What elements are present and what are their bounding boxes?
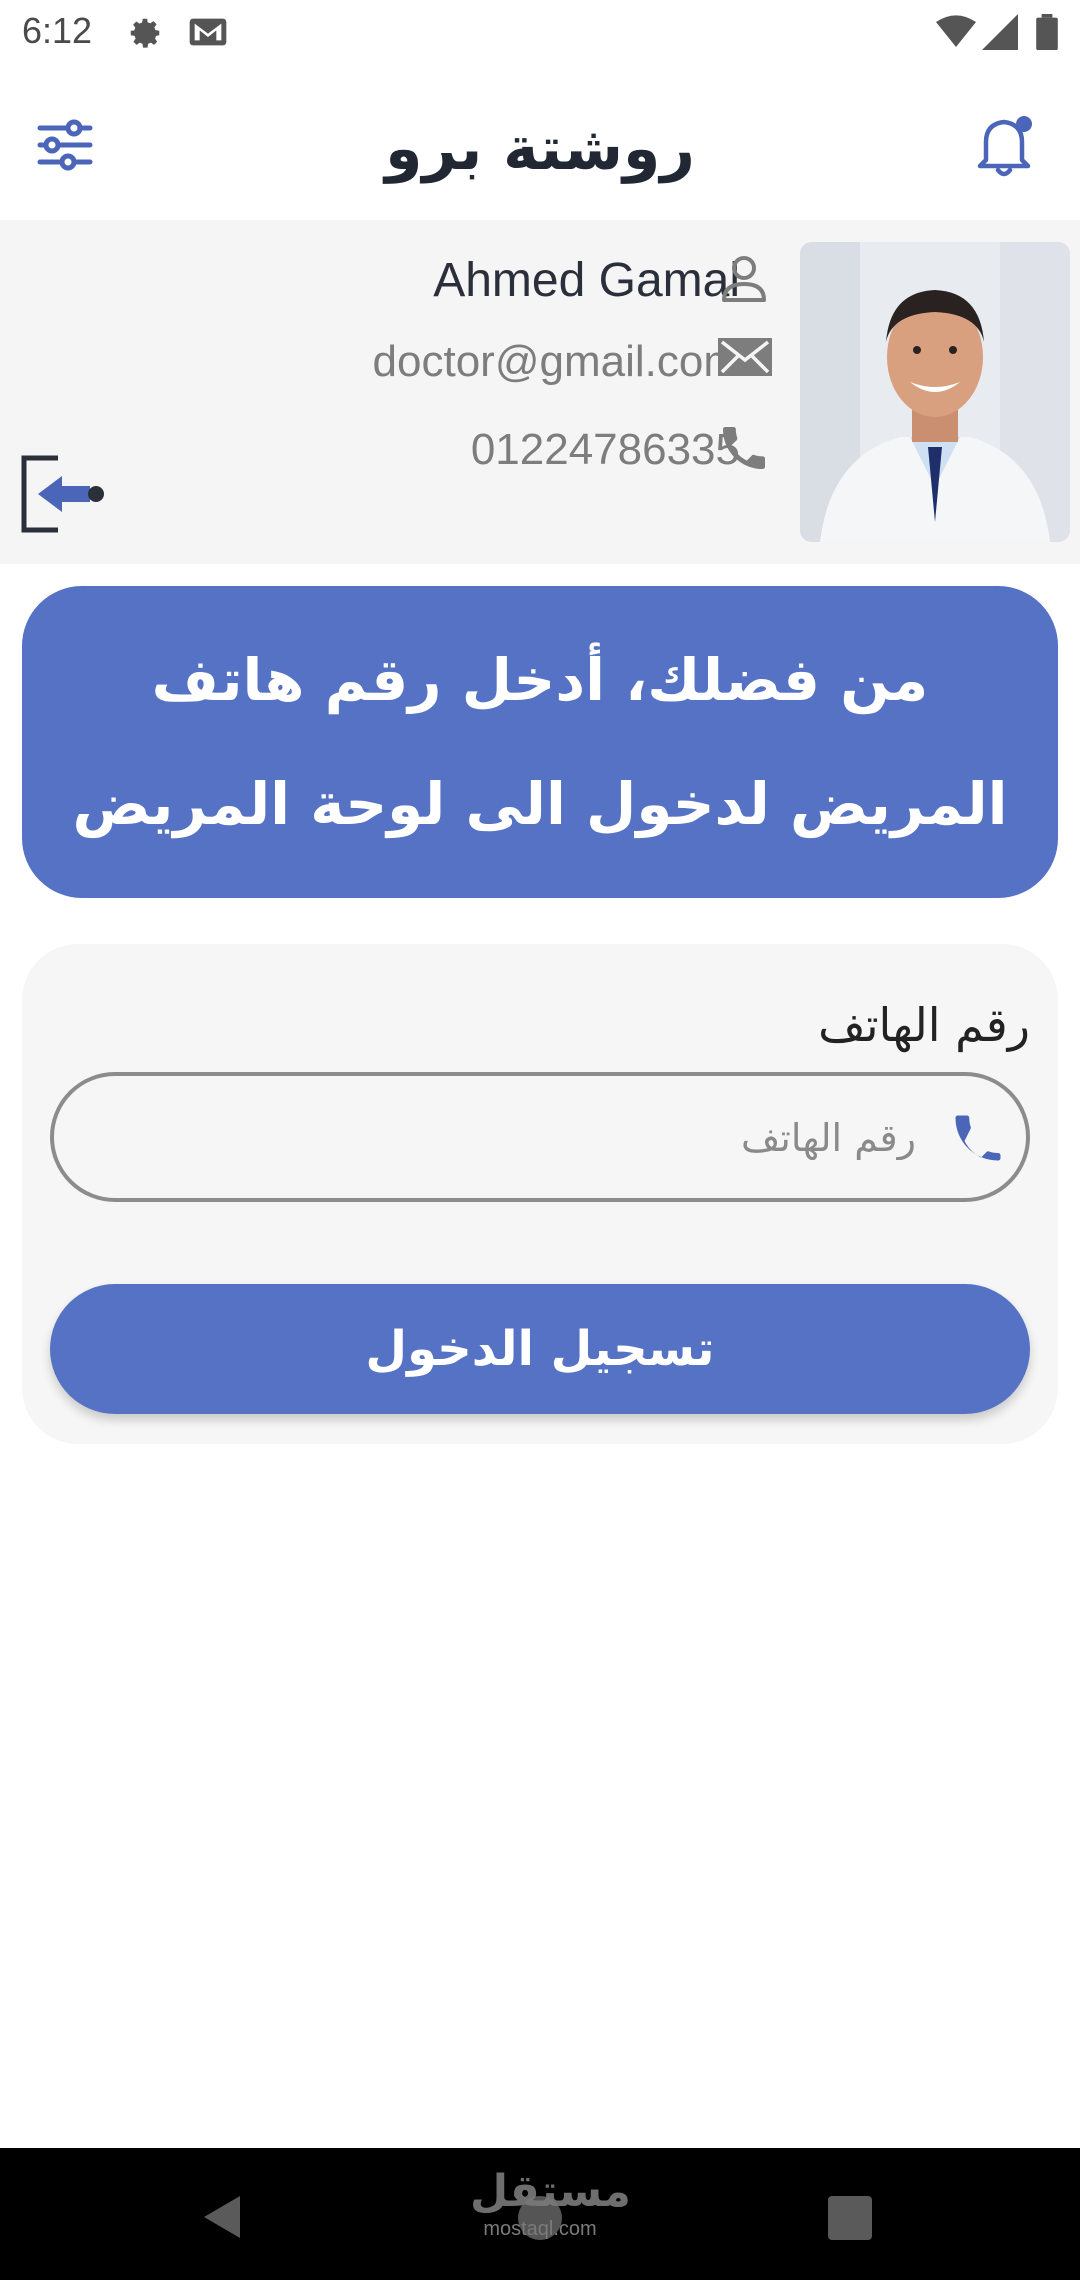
profile-phone-row: 01224786335 <box>471 420 740 480</box>
phone-icon <box>716 420 772 476</box>
status-bar: 6:12 <box>0 0 1080 64</box>
doctor-profile-card: Ahmed Gamal doctor@gmail.com 01224786335 <box>0 220 1080 564</box>
logout-icon[interactable] <box>18 452 110 536</box>
watermark-logo: مستقل <box>470 2166 631 2217</box>
doctor-email: doctor@gmail.com <box>372 337 740 386</box>
system-nav-bar: مستقل mostaql.com <box>0 2148 1080 2280</box>
phone-input-container[interactable] <box>50 1072 1030 1202</box>
doctor-avatar <box>800 242 1070 542</box>
gmail-icon <box>188 14 228 54</box>
wifi-icon <box>936 14 976 54</box>
mail-icon <box>716 332 772 388</box>
instruction-banner: من فضلك، أدخل رقم هاتف المريض لدخول الى … <box>22 586 1058 898</box>
nav-recents-icon[interactable] <box>828 2196 872 2240</box>
profile-email-row: doctor@gmail.com <box>373 332 740 392</box>
phone-input[interactable] <box>84 1106 916 1170</box>
doctor-name: Ahmed Gamal <box>433 253 740 307</box>
login-button[interactable]: تسجيل الدخول <box>50 1284 1030 1414</box>
app-bar: روشتة برو <box>0 64 1080 220</box>
banner-line-2: المريض لدخول الى لوحة المريض <box>72 770 1008 838</box>
patient-login-form: رقم الهاتف تسجيل الدخول <box>22 944 1058 1444</box>
status-time: 6:12 <box>22 10 93 51</box>
gear-icon <box>126 14 164 56</box>
profile-name-row: Ahmed Gamal <box>433 250 740 310</box>
phone-icon <box>948 1108 1008 1168</box>
signal-icon <box>982 14 1018 54</box>
battery-icon <box>1036 14 1058 54</box>
watermark-url: mostaql.com <box>483 2218 597 2240</box>
banner-line-1: من فضلك، أدخل رقم هاتف <box>151 646 929 714</box>
notification-bell-icon[interactable] <box>970 108 1040 180</box>
phone-field-label: رقم الهاتف <box>818 998 1030 1052</box>
doctor-phone: 01224786335 <box>470 425 740 474</box>
app-title: روشتة برو <box>385 114 695 184</box>
nav-back-icon[interactable] <box>200 2192 246 2242</box>
person-icon <box>716 250 772 306</box>
